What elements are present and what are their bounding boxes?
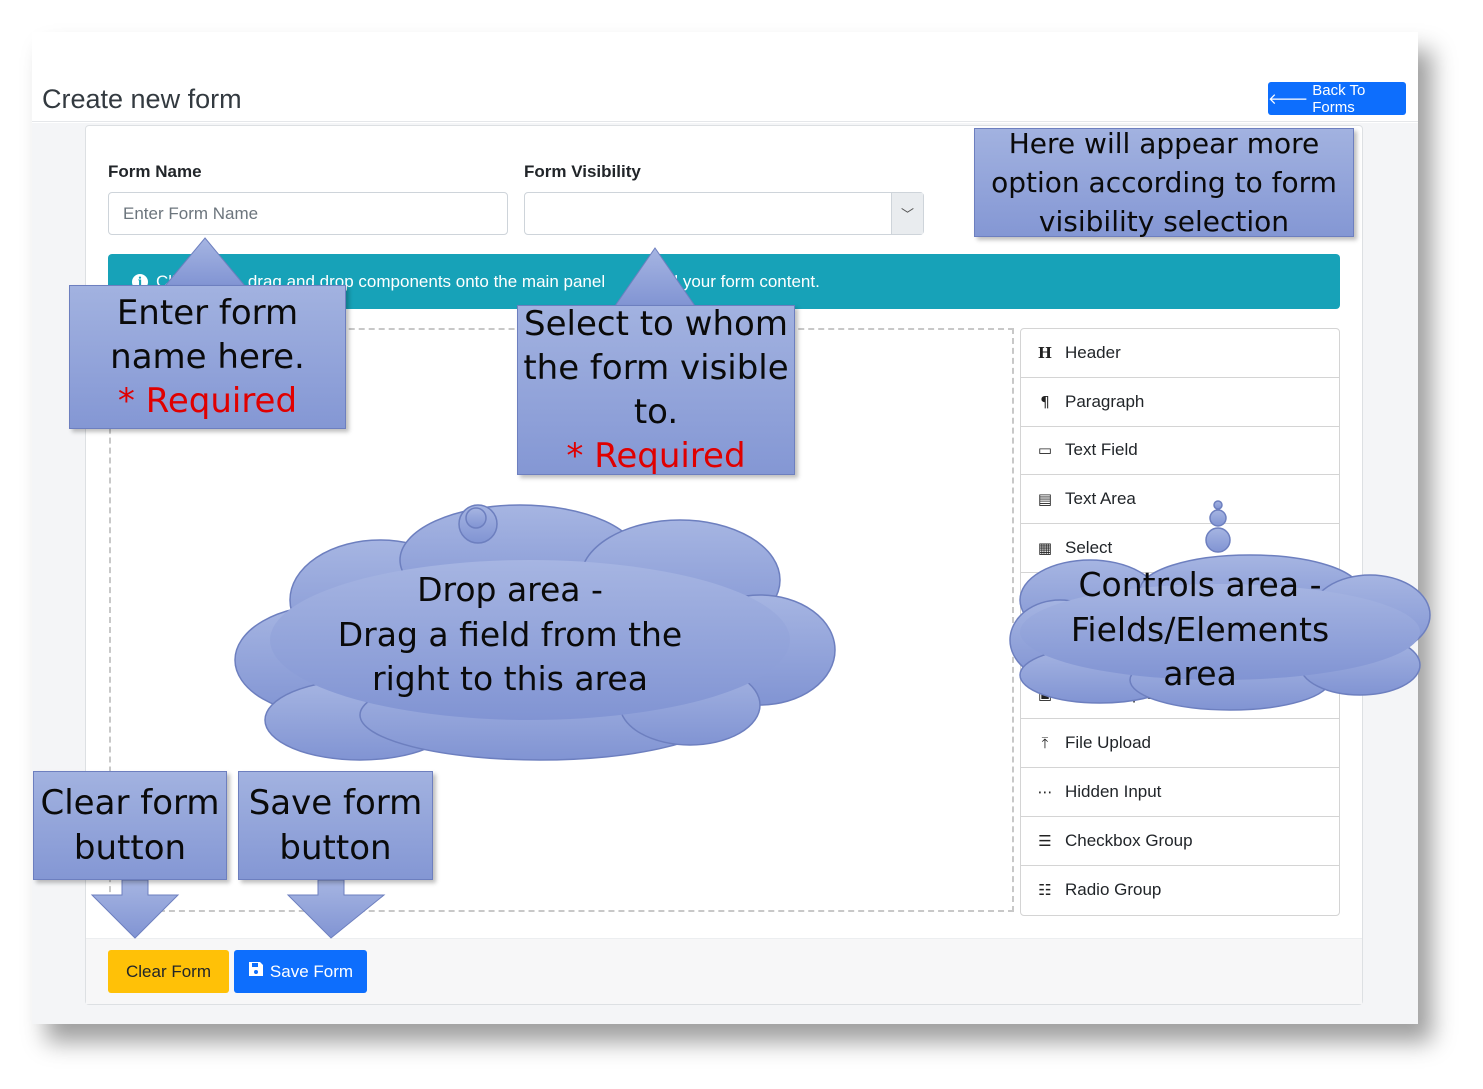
control-hidden-input[interactable]: ⋯ Hidden Input [1021, 768, 1339, 817]
back-button-label: Back To Forms [1312, 81, 1366, 116]
chevron-down-icon[interactable]: ﹀ [891, 193, 923, 234]
control-checkbox-group[interactable]: ☰ Checkbox Group [1021, 817, 1339, 866]
control-header[interactable]: H Header [1021, 329, 1339, 378]
upload-icon: ⤒ [1041, 734, 1049, 753]
paragraph-icon: ¶ [1040, 392, 1050, 411]
info-text-3: ild your form content. [661, 271, 820, 291]
control-label: Autocomplete [1065, 684, 1169, 704]
floppy-disk-icon [248, 961, 264, 982]
page-title: Create new form [42, 84, 242, 114]
control-file-upload[interactable]: ⤒ File Upload [1021, 719, 1339, 769]
clear-form-button[interactable]: Clear Form [108, 950, 229, 993]
control-label: Select [1065, 538, 1113, 558]
form-name-input[interactable]: Enter Form Name [108, 192, 508, 235]
control-label: Radio Group [1065, 880, 1162, 900]
save-button-label: Save Form [269, 961, 354, 981]
control-date[interactable] [1021, 622, 1339, 671]
hidden-input-icon: ⋯ [1037, 783, 1053, 802]
control-label: Text Area [1065, 489, 1136, 509]
app-window: Create new form 🡐 Back To Forms Form Nam… [32, 32, 1418, 1024]
number-icon: # [1038, 587, 1052, 606]
select-icon: ▦ [1037, 539, 1053, 558]
control-label: File Upload [1065, 733, 1151, 753]
header-icon: H [1037, 343, 1053, 362]
control-number[interactable]: # [1021, 573, 1339, 622]
info-text-1: Cli [156, 271, 176, 291]
form-name-placeholder: Enter Form Name [123, 203, 259, 223]
form-visibility-select[interactable]: ﹀ [524, 192, 924, 235]
control-paragraph[interactable]: ¶ Paragraph [1021, 378, 1339, 427]
back-to-forms-button[interactable]: 🡐 Back To Forms [1268, 81, 1406, 116]
control-select[interactable]: ▦ Select [1021, 524, 1339, 573]
control-label: Header [1065, 342, 1121, 362]
drop-area[interactable] [109, 328, 1014, 912]
text-area-icon: ▤ [1037, 490, 1053, 509]
control-autocomplete[interactable]: ▣ Autocomplete [1021, 671, 1339, 720]
control-text-area[interactable]: ▤ Text Area [1021, 475, 1339, 525]
form-builder-card: Form Name Enter Form Name Form Visibilit… [85, 125, 1363, 1005]
control-label: Checkbox Group [1065, 830, 1193, 850]
control-label: Hidden Input [1065, 782, 1162, 802]
form-visibility-label: Form Visibility [524, 162, 641, 181]
page-header: Create new form 🡐 Back To Forms [32, 48, 1418, 122]
autocomplete-icon: ▣ [1037, 685, 1053, 704]
form-name-label: Form Name [108, 162, 202, 181]
info-text-2: drag and drop components onto the main p… [247, 271, 606, 291]
checkbox-group-icon: ☰ [1038, 831, 1052, 850]
info-alert: i Cli drag and drop components onto the … [108, 254, 1340, 309]
info-icon: i [132, 273, 148, 290]
control-label: Paragraph [1065, 391, 1145, 411]
control-label: Text Field [1065, 440, 1138, 460]
arrow-left-icon: 🡐 [1268, 91, 1309, 108]
control-text-field[interactable]: ▭ Text Field [1021, 427, 1339, 476]
radio-group-icon: ☷ [1038, 881, 1052, 900]
save-form-button[interactable]: Save Form [234, 950, 367, 993]
text-field-icon: ▭ [1037, 441, 1053, 460]
controls-panel: H Header ¶ Paragraph ▭ Text Field ▤ Text… [1020, 328, 1340, 916]
control-radio-group[interactable]: ☷ Radio Group [1021, 866, 1339, 915]
